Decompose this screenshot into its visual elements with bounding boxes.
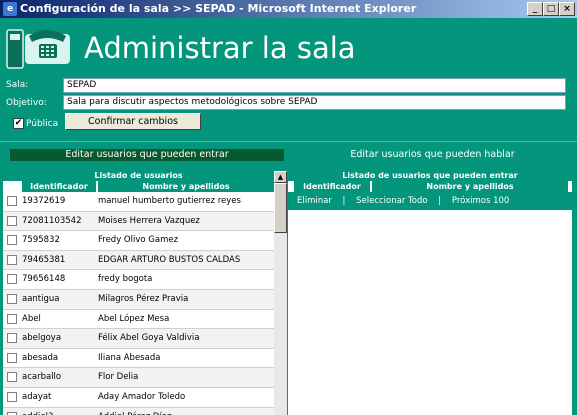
- table-row[interactable]: 79656148 fredy bogota: [3, 270, 274, 290]
- row-full-name: Fredy Olivo Gamez: [98, 235, 179, 246]
- row-identifier: adayat: [22, 391, 52, 402]
- row-identifier: 7595832: [22, 235, 60, 246]
- table-row[interactable]: abesada Iliana Abesada: [3, 348, 274, 369]
- row-checkbox[interactable]: [7, 254, 17, 265]
- sala-input[interactable]: SEPAD: [63, 78, 566, 93]
- table-row[interactable]: Abel Abel López Mesa: [3, 309, 274, 330]
- row-full-name: manuel humberto gutierrez reyes: [98, 196, 241, 206]
- table-row[interactable]: 79465381 EDGAR ARTURO BUSTOS CALDAS: [3, 250, 274, 271]
- scroll-thumb[interactable]: [274, 183, 287, 233]
- allowed-users-title: Listado de usuarios que pueden entrar: [288, 171, 572, 181]
- row-identifier: 79465381: [22, 254, 66, 265]
- row-identifier: 79656148: [22, 274, 66, 285]
- tab-edit-enter-users[interactable]: Editar usuarios que pueden entrar: [10, 149, 284, 161]
- tab-edit-speak-users[interactable]: Editar usuarios que pueden hablar: [300, 149, 565, 161]
- users-list-title: Listado de usuarios: [3, 171, 274, 181]
- row-full-name: fredy bogota: [98, 274, 153, 285]
- action-separator: |: [438, 196, 442, 206]
- row-checkbox[interactable]: [7, 352, 17, 363]
- row-full-name: Addiel Pérez Díaz: [98, 408, 171, 415]
- row-checkbox[interactable]: [7, 391, 17, 402]
- row-checkbox[interactable]: [7, 293, 17, 304]
- row-identifier: abelgoya: [22, 333, 62, 344]
- row-full-name: Félix Abel Goya Valdivia: [98, 333, 200, 344]
- row-identifier: Abel: [22, 313, 41, 324]
- select-all-link[interactable]: Seleccionar Todo: [356, 192, 427, 210]
- objetivo-label: Objetivo:: [6, 98, 47, 108]
- row-checkbox[interactable]: [7, 196, 17, 206]
- row-identifier: aantigua: [22, 293, 60, 304]
- page-body: Administrar la sala Sala: SEPAD Objetivo…: [0, 18, 577, 415]
- table-row[interactable]: abelgoya Félix Abel Goya Valdivia: [3, 329, 274, 349]
- objetivo-input[interactable]: Sala para discutir aspectos metodológico…: [63, 95, 566, 110]
- row-checkbox[interactable]: [7, 372, 17, 383]
- publica-checkbox[interactable]: ✔: [13, 118, 24, 129]
- row-identifier: acarballo: [22, 372, 62, 383]
- row-identifier: 19372619: [22, 196, 66, 206]
- allowed-users-actions: Eliminar | Seleccionar Todo | Próximos 1…: [288, 192, 572, 210]
- minimize-button[interactable]: _: [527, 2, 543, 16]
- row-full-name: Milagros Pérez Pravia: [98, 293, 189, 304]
- row-identifier: 72081103542: [22, 215, 82, 226]
- row-checkbox[interactable]: [7, 274, 17, 285]
- table-row[interactable]: aantigua Milagros Pérez Pravia: [3, 289, 274, 310]
- row-full-name: Abel López Mesa: [98, 313, 170, 324]
- table-row[interactable]: addiel3 Addiel Pérez Díaz: [3, 407, 274, 415]
- row-identifier: addiel3: [22, 408, 53, 415]
- page-title: Administrar la sala: [84, 31, 356, 65]
- telephone-icon: [6, 29, 70, 69]
- delete-link[interactable]: Eliminar: [288, 192, 332, 210]
- publica-label: Pública: [26, 119, 59, 129]
- table-row[interactable]: acarballo Flor Delia: [3, 368, 274, 388]
- action-separator: |: [342, 196, 346, 206]
- confirm-changes-button[interactable]: Confirmar cambios: [65, 113, 201, 130]
- table-row[interactable]: 7595832 Fredy Olivo Gamez: [3, 231, 274, 251]
- maximize-button[interactable]: □: [543, 2, 559, 16]
- sala-label: Sala:: [6, 80, 29, 90]
- divider: [0, 141, 577, 142]
- row-full-name: EDGAR ARTURO BUSTOS CALDAS: [98, 254, 241, 265]
- next-100-link[interactable]: Próximos 100: [452, 192, 509, 210]
- column-header-nombre: Nombre y apellidos: [98, 181, 274, 192]
- scroll-up-button[interactable]: ▲: [274, 171, 287, 183]
- users-list-panel: Listado de usuarios Identificador Nombre…: [3, 171, 287, 415]
- row-checkbox[interactable]: [7, 215, 17, 226]
- users-scrollbar[interactable]: ▲: [274, 171, 287, 415]
- row-checkbox[interactable]: [7, 333, 17, 344]
- column-header-identificador: Identificador: [22, 181, 96, 192]
- table-row[interactable]: 19372619 manuel humberto gutierrez reyes: [3, 192, 274, 212]
- row-checkbox[interactable]: [7, 313, 17, 324]
- allowed-users-panel: Listado de usuarios que pueden entrar Id…: [288, 171, 572, 415]
- table-row[interactable]: adayat Aday Amador Toledo: [3, 387, 274, 408]
- ie-icon: e: [3, 2, 17, 16]
- row-full-name: Moises Herrera Vazquez: [98, 215, 200, 226]
- row-full-name: Iliana Abesada: [98, 352, 161, 363]
- window-title: Configuración de la sala >> SEPAD - Micr…: [20, 2, 417, 15]
- column-header-identificador-right: Identificador: [294, 181, 370, 192]
- column-header-nombre-right: Nombre y apellidos: [372, 181, 568, 192]
- row-full-name: Flor Delia: [98, 372, 139, 383]
- row-checkbox[interactable]: [7, 235, 17, 246]
- users-rows: 19372619 manuel humberto gutierrez reyes 7…: [3, 192, 274, 415]
- row-full-name: Aday Amador Toledo: [98, 391, 186, 402]
- close-button[interactable]: ×: [559, 2, 575, 16]
- row-identifier: abesada: [22, 352, 59, 363]
- table-row[interactable]: 72081103542 Moises Herrera Vazquez: [3, 211, 274, 232]
- window-titlebar: e Configuración de la sala >> SEPAD - Mi…: [0, 0, 577, 18]
- row-checkbox[interactable]: [7, 411, 17, 415]
